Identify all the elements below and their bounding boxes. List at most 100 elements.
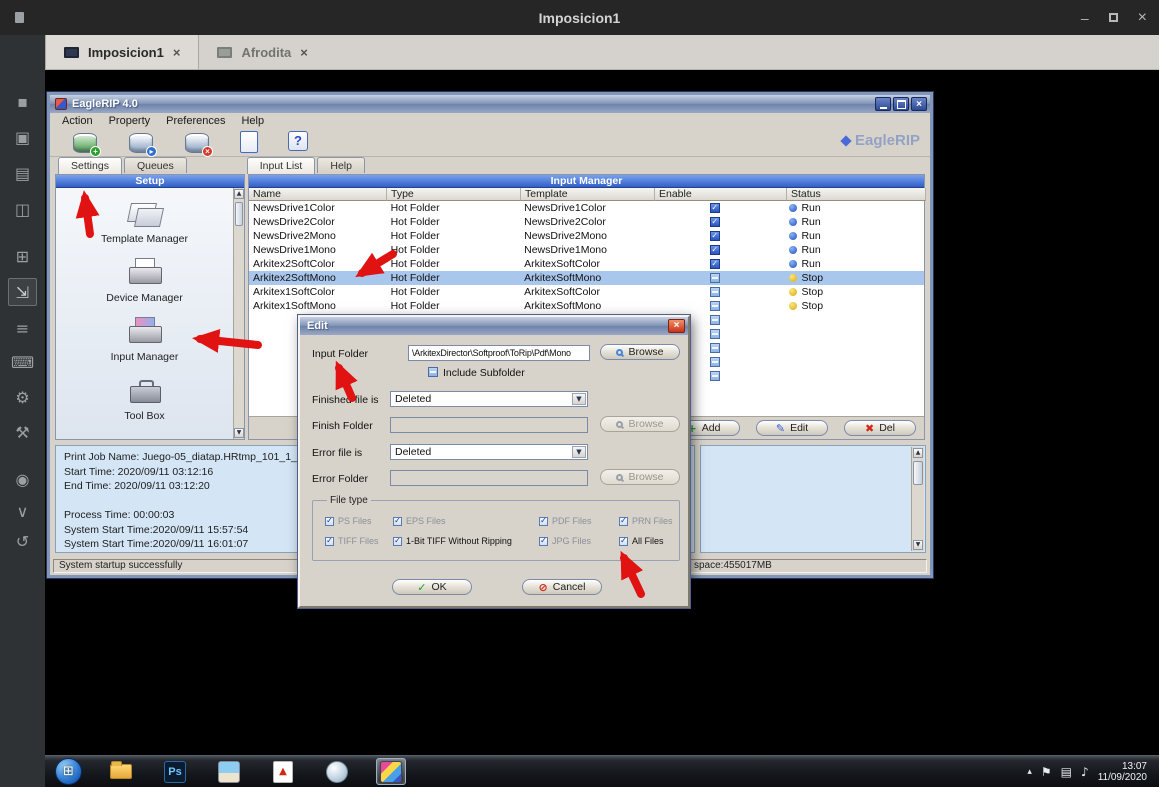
volume-icon[interactable]: ♪ <box>1081 765 1089 779</box>
enable-checkbox[interactable] <box>710 287 720 297</box>
tab-close-icon[interactable]: × <box>300 45 308 60</box>
window-maximize-button[interactable] <box>893 97 909 111</box>
filetype-eps-files[interactable]: ✓EPS Files <box>393 516 539 526</box>
column-header-enable[interactable]: Enable <box>655 188 787 201</box>
filetype-pdf-files[interactable]: ✓PDF Files <box>539 516 619 526</box>
menu-action[interactable]: Action <box>54 115 101 127</box>
setup-item-template-manager[interactable]: Template Manager <box>56 197 233 245</box>
flag-icon[interactable]: ⚑ <box>1041 765 1052 779</box>
enable-checkbox[interactable]: ✓ <box>710 231 720 241</box>
ok-button[interactable]: ✓OK <box>392 579 472 595</box>
enable-checkbox[interactable]: ✓ <box>710 203 720 213</box>
clock[interactable]: 13:07 11/09/2020 <box>1098 761 1147 783</box>
table-row[interactable]: NewsDrive1MonoHot FolderNewsDrive1Mono✓R… <box>249 243 924 257</box>
dropdown-arrow-icon[interactable]: ▼ <box>572 446 586 458</box>
filetype-tiff-files[interactable]: ✓TIFF Files <box>325 536 393 546</box>
scroll-thumb[interactable] <box>235 202 243 226</box>
column-header-type[interactable]: Type <box>387 188 521 201</box>
pictures-icon[interactable] <box>214 758 244 785</box>
dropdown-arrow-icon[interactable]: ▼ <box>572 393 586 405</box>
enable-checkbox[interactable] <box>710 371 720 381</box>
tab-queues[interactable]: Queues <box>124 157 187 173</box>
browse-input-folder-button[interactable]: Browse <box>600 344 680 360</box>
session-tab-imposicion1[interactable]: Imposicion1× <box>45 35 199 69</box>
enable-checkbox[interactable] <box>710 273 720 283</box>
window-close-button[interactable]: × <box>911 97 927 111</box>
setup-scrollbar[interactable]: ▲ ▼ <box>233 188 244 439</box>
enable-checkbox[interactable] <box>710 343 720 353</box>
display-tray-icon[interactable]: ▤ <box>1061 765 1072 779</box>
pdf-reader-icon[interactable]: ▲ <box>268 758 298 785</box>
column-header-status[interactable]: Status <box>787 188 926 201</box>
preferences-gear-icon[interactable]: ⚙ <box>8 383 37 411</box>
scroll-thumb[interactable] <box>913 461 923 485</box>
setup-item-input-manager[interactable]: Input Manager <box>56 315 233 363</box>
table-row[interactable]: NewsDrive1ColorHot FolderNewsDrive1Color… <box>249 201 924 215</box>
menu-preferences[interactable]: Preferences <box>158 115 233 127</box>
column-header-template[interactable]: Template <box>521 188 655 201</box>
start-button[interactable]: ⊞ <box>55 758 82 785</box>
grab-keyboard-icon[interactable]: ⊞ <box>8 242 37 270</box>
enable-checkbox[interactable]: ✓ <box>710 259 720 269</box>
viewer-minimize-button[interactable]: – <box>1081 13 1089 23</box>
browser-icon[interactable] <box>322 758 352 785</box>
screenshot-icon[interactable]: ◉ <box>8 465 37 493</box>
scaled-mode-icon[interactable]: ⇲ <box>8 278 37 306</box>
scroll-up-icon[interactable]: ▲ <box>913 448 923 458</box>
preview-scrollbar[interactable]: ▲ ▼ <box>911 447 924 551</box>
scroll-up-icon[interactable]: ▲ <box>234 189 244 199</box>
tools-icon[interactable]: ⚒ <box>8 418 37 446</box>
multi-monitor-icon[interactable]: ◫ <box>8 195 37 223</box>
menu-property[interactable]: Property <box>101 115 159 127</box>
session-tab-afrodita[interactable]: Afrodita× <box>199 35 325 69</box>
enable-checkbox[interactable] <box>710 315 720 325</box>
page-setup-icon[interactable] <box>240 131 258 153</box>
filetype-jpg-files[interactable]: ✓JPG Files <box>539 536 619 546</box>
explorer-icon[interactable] <box>106 758 136 785</box>
setup-item-device-manager[interactable]: Device Manager <box>56 256 233 304</box>
table-row[interactable]: Arkitex2SoftMonoHot FolderArkitexSoftMon… <box>249 271 924 285</box>
window-minimize-button[interactable] <box>875 97 891 111</box>
error-file-select[interactable]: Deleted▼ <box>390 444 588 460</box>
tab-close-icon[interactable]: × <box>173 45 181 60</box>
filetype-prn-files[interactable]: ✓PRN Files <box>619 516 673 526</box>
input-folder-field[interactable] <box>408 345 590 361</box>
finished-file-select[interactable]: Deleted▼ <box>390 391 588 407</box>
pin-icon[interactable]: ▪ <box>8 87 37 115</box>
viewer-restore-button[interactable] <box>1109 13 1118 22</box>
help-icon[interactable]: ? <box>288 131 308 151</box>
enable-checkbox[interactable] <box>710 329 720 339</box>
photoshop-icon[interactable]: Ps <box>160 758 190 785</box>
tab-input-list[interactable]: Input List <box>247 157 316 174</box>
setup-item-tool-box[interactable]: Tool Box <box>56 374 233 422</box>
tab-help[interactable]: Help <box>317 157 365 173</box>
include-subfolder-checkbox[interactable] <box>428 367 438 377</box>
table-row[interactable]: Arkitex1SoftColorHot FolderArkitexSoftCo… <box>249 285 924 299</box>
scroll-down-icon[interactable]: ▼ <box>913 540 923 550</box>
input-start-icon[interactable]: ▸ <box>128 131 154 155</box>
tab-settings[interactable]: Settings <box>58 157 122 174</box>
viewer-titlebar[interactable]: Imposicion1 – × <box>0 0 1159 35</box>
dynamic-resolution-icon[interactable]: ▤ <box>8 159 37 187</box>
enable-checkbox[interactable] <box>710 301 720 311</box>
edit-button[interactable]: ✎Edit <box>756 420 828 436</box>
dialog-titlebar[interactable]: Edit × <box>300 317 688 335</box>
enable-checkbox[interactable] <box>710 357 720 367</box>
tray-expand-icon[interactable]: ▴ <box>1027 767 1032 777</box>
table-row[interactable]: NewsDrive2ColorHot FolderNewsDrive2Color… <box>249 215 924 229</box>
enable-checkbox[interactable]: ✓ <box>710 217 720 227</box>
enable-checkbox[interactable]: ✓ <box>710 245 720 255</box>
column-header-name[interactable]: Name <box>249 188 387 201</box>
filetype-all-files[interactable]: ✓All Files <box>619 536 673 546</box>
dialog-close-button[interactable]: × <box>668 319 685 333</box>
table-row[interactable]: Arkitex1SoftMonoHot FolderArkitexSoftMon… <box>249 299 924 313</box>
scroll-down-icon[interactable]: ▼ <box>234 428 244 438</box>
chevron-down-icon[interactable]: ∨ <box>8 497 37 525</box>
menu-help[interactable]: Help <box>233 115 272 127</box>
reconnect-icon[interactable]: ↺ <box>8 527 37 555</box>
del-button[interactable]: ✖Del <box>844 420 916 436</box>
filetype-ps-files[interactable]: ✓PS Files <box>325 516 393 526</box>
eaglerip-titlebar[interactable]: EagleRIP 4.0 × <box>50 95 930 113</box>
table-row[interactable]: NewsDrive2MonoHot FolderNewsDrive2Mono✓R… <box>249 229 924 243</box>
keyboard-icon[interactable]: ⌨ <box>8 348 37 376</box>
